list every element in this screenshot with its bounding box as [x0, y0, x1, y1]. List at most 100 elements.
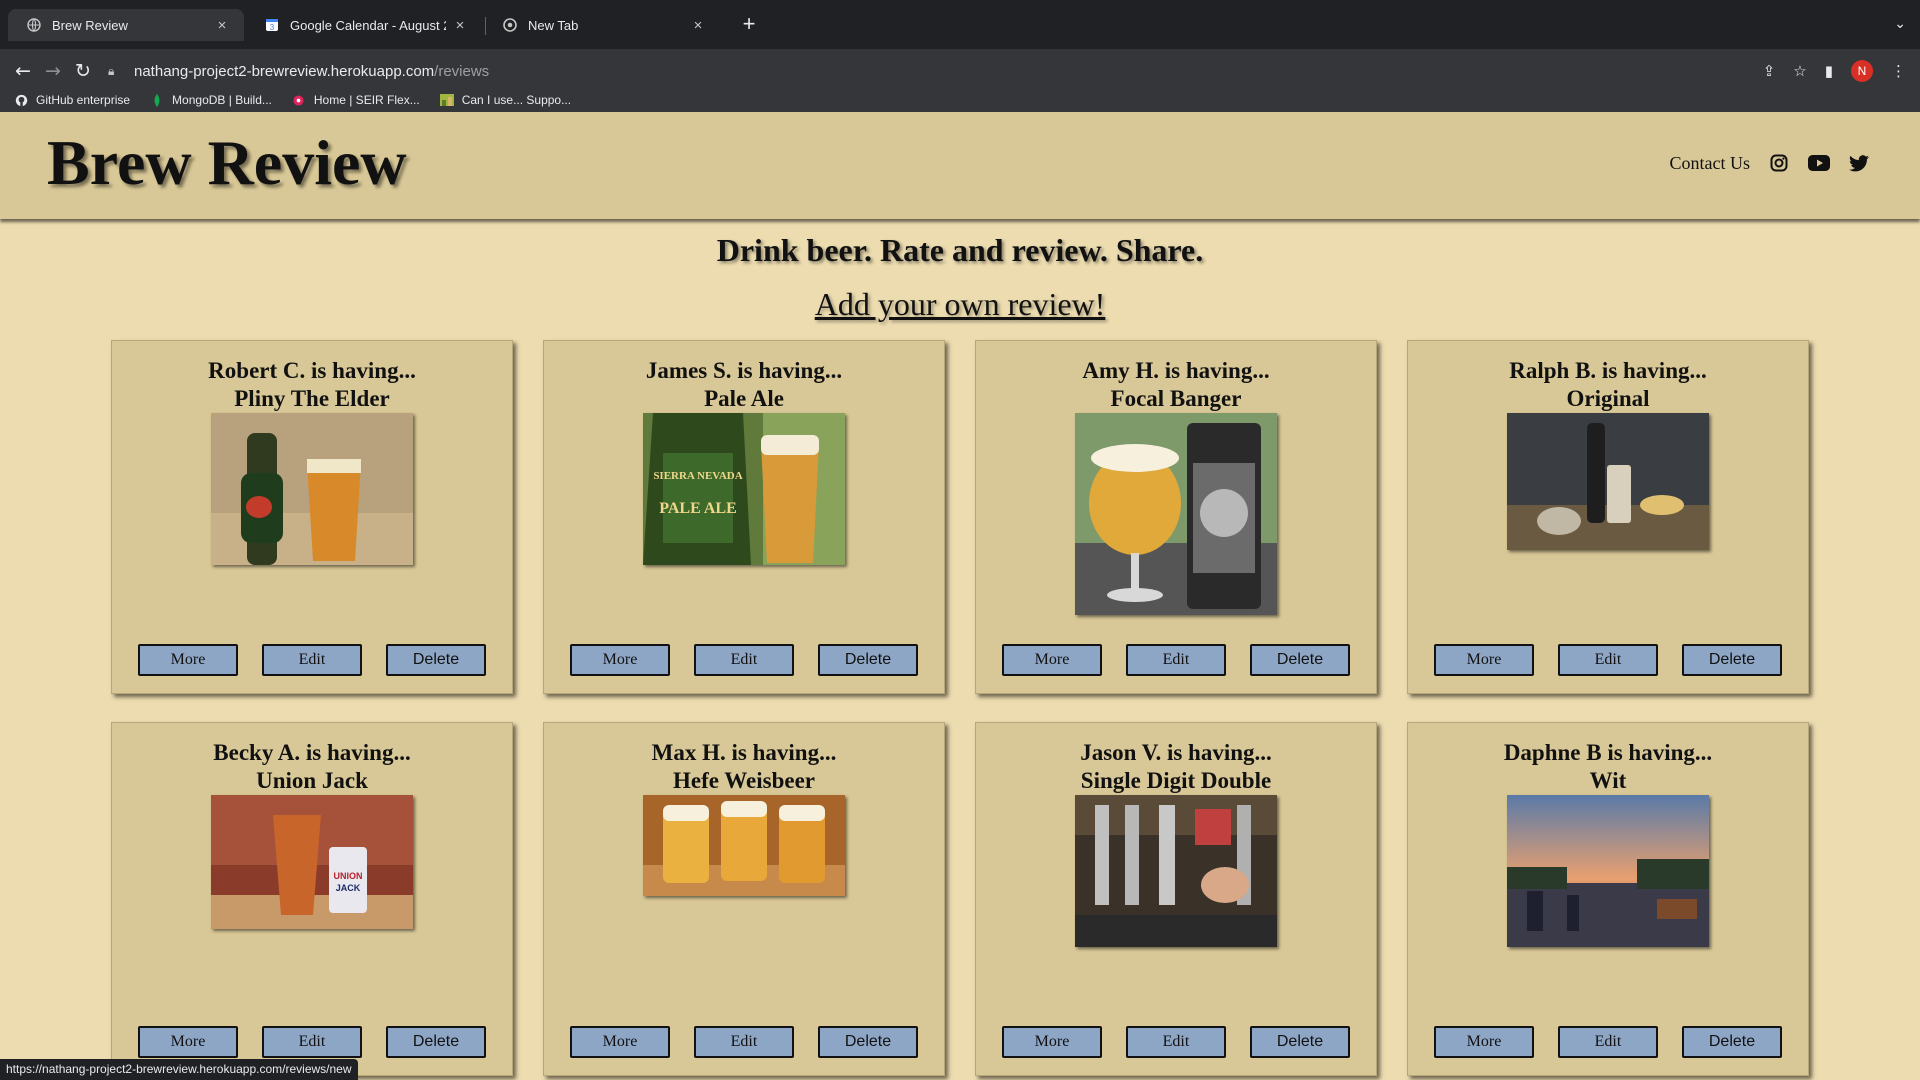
- reviewer-line: Ralph B. is having...: [1509, 358, 1707, 383]
- edit-button[interactable]: Edit: [1126, 1026, 1226, 1058]
- more-button[interactable]: More: [138, 1026, 238, 1058]
- beer-photo: SIERRA NEVADA PALE ALE: [643, 413, 845, 565]
- browser-toolbar: ← → ↻ 🔒︎ nathang-project2-brewreview.her…: [0, 49, 1920, 93]
- github-icon: [14, 93, 28, 107]
- browser-tab-strip: Brew Review × 3 Google Calendar - August…: [0, 0, 1920, 49]
- tab-title: Brew Review: [52, 17, 128, 33]
- tab-search-chevron-icon[interactable]: ⌄: [1894, 16, 1906, 32]
- beer-name: Single Digit Double: [1080, 768, 1272, 793]
- bookmark-item[interactable]: GitHub enterprise: [14, 93, 130, 107]
- beer-photo: [1075, 413, 1277, 615]
- url-path: /reviews: [434, 62, 490, 80]
- more-button[interactable]: More: [138, 644, 238, 676]
- delete-button[interactable]: Delete: [1250, 644, 1350, 676]
- edit-button[interactable]: Edit: [1558, 644, 1658, 676]
- more-button[interactable]: More: [1002, 644, 1102, 676]
- delete-button[interactable]: Delete: [818, 644, 918, 676]
- delete-button[interactable]: Delete: [386, 1026, 486, 1058]
- forward-arrow-icon[interactable]: →: [38, 56, 68, 86]
- kebab-menu-icon[interactable]: ⋮: [1891, 62, 1906, 80]
- review-card: Jason V. is having... Single Digit Double…: [975, 722, 1377, 1076]
- beer-name: Hefe Weisbeer: [673, 768, 815, 793]
- delete-button[interactable]: Delete: [1250, 1026, 1350, 1058]
- close-icon[interactable]: ×: [452, 17, 468, 34]
- delete-button[interactable]: Delete: [386, 644, 486, 676]
- beer-name: Wit: [1589, 768, 1627, 793]
- tab-title: Google Calendar - August 202: [290, 17, 446, 33]
- reviewer-line: Becky A. is having...: [213, 740, 411, 765]
- beer-name: Original: [1566, 386, 1650, 411]
- bookmark-star-icon[interactable]: ☆: [1793, 62, 1806, 80]
- reviewer-line: Amy H. is having...: [1082, 358, 1270, 383]
- reviewer-line: Robert C. is having...: [208, 358, 416, 383]
- beer-photo: UNION JACK: [211, 795, 413, 929]
- tagline: Drink beer. Rate and review. Share.: [716, 232, 1204, 268]
- review-card: Daphne B is having... Wit More Edit Delet…: [1407, 722, 1809, 1076]
- tab-new-tab[interactable]: New Tab ×: [484, 9, 720, 41]
- beer-photo: [1507, 795, 1709, 947]
- edit-button[interactable]: Edit: [262, 1026, 362, 1058]
- tab-title: New Tab: [528, 17, 579, 33]
- tab-brew-review[interactable]: Brew Review ×: [8, 9, 244, 41]
- globe-icon: [26, 17, 42, 33]
- edit-button[interactable]: Edit: [1126, 644, 1226, 676]
- youtube-icon[interactable]: [1808, 152, 1830, 174]
- add-review-link[interactable]: Add your own review!: [815, 286, 1106, 322]
- beer-name: Pliny The Elder: [234, 386, 390, 411]
- svg-text:JACK: JACK: [336, 883, 361, 893]
- site-title[interactable]: Brew Review: [47, 126, 407, 200]
- review-card: Amy H. is having... Focal Banger More Edi…: [975, 340, 1377, 694]
- share-icon[interactable]: ⇪: [1763, 62, 1776, 80]
- address-bar[interactable]: 🔒︎ nathang-project2-brewreview.herokuapp…: [108, 56, 1920, 86]
- svg-text:3: 3: [270, 23, 275, 32]
- edit-button[interactable]: Edit: [694, 644, 794, 676]
- edit-button[interactable]: Edit: [1558, 1026, 1658, 1058]
- seir-icon: [292, 93, 306, 107]
- delete-button[interactable]: Delete: [1682, 644, 1782, 676]
- contact-us-link[interactable]: Contact Us: [1670, 153, 1751, 174]
- review-grid: Robert C. is having... Pliny The Elder Mo…: [111, 340, 1811, 1076]
- close-icon[interactable]: ×: [214, 17, 230, 34]
- beer-name: Pale Ale: [704, 386, 784, 411]
- beer-photo: [211, 413, 413, 565]
- twitter-icon[interactable]: [1848, 152, 1870, 174]
- reviewer-line: Jason V. is having...: [1080, 740, 1272, 765]
- delete-button[interactable]: Delete: [1682, 1026, 1782, 1058]
- new-tab-button[interactable]: +: [738, 13, 760, 36]
- bookmark-item[interactable]: MongoDB | Build...: [150, 93, 272, 107]
- mongodb-leaf-icon: [150, 93, 164, 107]
- delete-button[interactable]: Delete: [818, 1026, 918, 1058]
- instagram-icon[interactable]: [1768, 152, 1790, 174]
- tab-google-calendar[interactable]: 3 Google Calendar - August 202 ×: [246, 9, 482, 41]
- side-panel-icon[interactable]: ▮: [1825, 62, 1833, 80]
- more-button[interactable]: More: [570, 1026, 670, 1058]
- profile-avatar[interactable]: N: [1851, 60, 1873, 82]
- more-button[interactable]: More: [1434, 1026, 1534, 1058]
- more-button[interactable]: More: [570, 644, 670, 676]
- svg-text:SIERRA NEVADA: SIERRA NEVADA: [653, 470, 742, 482]
- edit-button[interactable]: Edit: [262, 644, 362, 676]
- reviewer-line: Max H. is having...: [651, 740, 837, 765]
- lock-icon: 🔒︎: [108, 63, 115, 78]
- svg-text:UNION: UNION: [334, 871, 363, 881]
- beer-photo: [1075, 795, 1277, 947]
- beer-name: Union Jack: [256, 768, 368, 793]
- review-card: Ralph B. is having... Original More Edit …: [1407, 340, 1809, 694]
- edit-button[interactable]: Edit: [694, 1026, 794, 1058]
- review-card: Max H. is having... Hefe Weisbeer More Ed…: [543, 722, 945, 1076]
- back-arrow-icon[interactable]: ←: [8, 56, 38, 86]
- more-button[interactable]: More: [1434, 644, 1534, 676]
- beer-name: Focal Banger: [1110, 386, 1242, 411]
- svg-text:PALE ALE: PALE ALE: [659, 500, 737, 517]
- beer-photo: [643, 795, 845, 896]
- more-button[interactable]: More: [1002, 1026, 1102, 1058]
- bookmark-item[interactable]: Home | SEIR Flex...: [292, 93, 420, 107]
- bookmark-item[interactable]: Can I use... Suppo...: [439, 93, 571, 107]
- beer-photo: [1507, 413, 1709, 550]
- site-header: Brew Review Contact Us: [0, 112, 1920, 219]
- reload-icon[interactable]: ↻: [68, 56, 98, 86]
- review-card: Robert C. is having... Pliny The Elder Mo…: [111, 340, 513, 694]
- close-icon[interactable]: ×: [690, 17, 706, 34]
- bookmarks-bar: GitHub enterprise MongoDB | Build... Hom…: [0, 93, 1920, 112]
- google-calendar-icon: 3: [264, 17, 280, 33]
